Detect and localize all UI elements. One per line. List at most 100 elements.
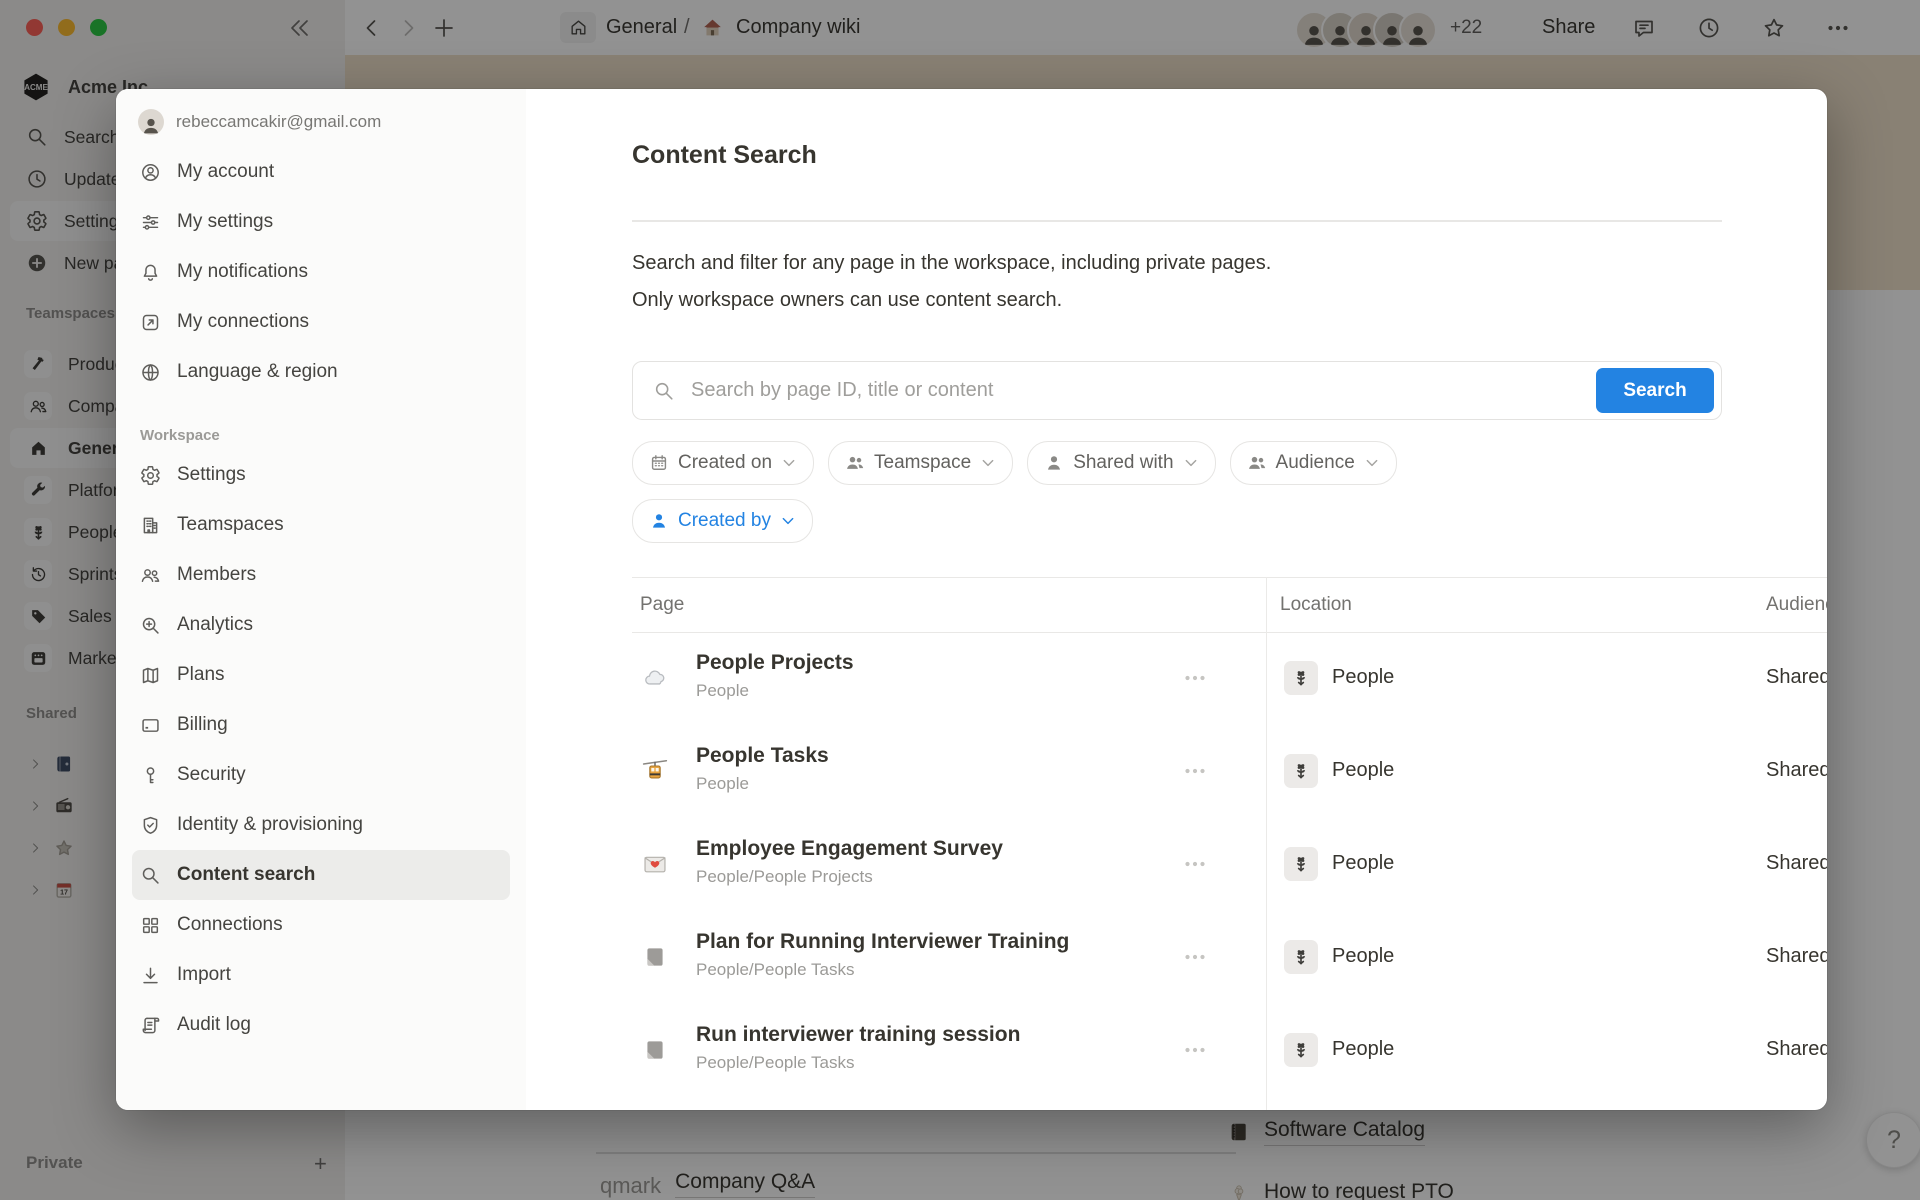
person-icon	[1044, 453, 1064, 473]
settings-modal: rebeccamcakir@gmail.com My account My se…	[116, 89, 1827, 1110]
location-value: People	[1332, 1038, 1394, 1061]
row-menu-icon[interactable]	[1180, 1038, 1210, 1062]
settings-nav-members[interactable]: Members	[132, 550, 510, 600]
active-filter-row: Created by	[632, 499, 813, 543]
calendar-icon	[649, 453, 669, 473]
table-border	[632, 577, 1827, 578]
page-title[interactable]: People Tasks	[696, 744, 829, 768]
page-path: People	[696, 774, 829, 794]
flower-icon	[1291, 761, 1311, 781]
search-input[interactable]	[689, 378, 1721, 403]
filter-shared-with[interactable]: Shared with	[1027, 441, 1215, 485]
location-value: People	[1332, 759, 1394, 782]
flower-icon	[1291, 668, 1311, 688]
audience-value: Shared	[1766, 945, 1827, 968]
app-window: General / Company wiki +22 Share ACME Ac…	[0, 0, 1920, 1200]
people-icon	[1247, 453, 1267, 473]
filter-teamspace[interactable]: Teamspace	[828, 441, 1013, 485]
settings-nav-language-region[interactable]: Language & region	[132, 347, 510, 397]
settings-nav-identity-provisioning[interactable]: Identity & provisioning	[132, 800, 510, 850]
settings-nav-security[interactable]: Security	[132, 750, 510, 800]
settings-nav-plans[interactable]: Plans	[132, 650, 510, 700]
settings-nav-panel: rebeccamcakir@gmail.com My account My se…	[116, 89, 526, 1110]
table-row[interactable]: Plan for Running Interviewer TrainingPeo…	[632, 911, 1827, 1004]
row-menu-icon[interactable]	[1180, 666, 1210, 690]
settings-nav-analytics[interactable]: Analytics	[132, 600, 510, 650]
page-description: Search and filter for any page in the wo…	[632, 245, 1542, 319]
nav-label: Language & region	[177, 361, 338, 383]
teamspace-badge	[1284, 754, 1318, 788]
settings-nav-content-search[interactable]: Content search	[132, 850, 510, 900]
description-line: Search and filter for any page in the wo…	[632, 245, 1542, 282]
page-title: Content Search	[632, 141, 817, 170]
settings-nav-teamspaces[interactable]: Teamspaces	[132, 500, 510, 550]
nav-label: Members	[177, 564, 256, 586]
audience-value: Shared	[1766, 759, 1827, 782]
settings-nav-my-settings[interactable]: My settings	[132, 197, 510, 247]
content-search-bar[interactable]: Search	[632, 361, 1722, 420]
flower-icon	[1291, 854, 1311, 874]
row-menu-icon[interactable]	[1180, 945, 1210, 969]
map-icon	[140, 665, 161, 686]
nav-label: Security	[177, 764, 246, 786]
teamspace-badge	[1284, 847, 1318, 881]
settings-nav-connections[interactable]: Connections	[132, 900, 510, 950]
download-icon	[140, 965, 161, 986]
nav-label: Import	[177, 964, 231, 986]
nav-label: Content search	[177, 864, 315, 886]
credit-card-icon	[140, 715, 161, 736]
settings-nav-import[interactable]: Import	[132, 950, 510, 1000]
person-circle-icon	[140, 162, 161, 183]
shield-check-icon	[140, 815, 161, 836]
page-title[interactable]: Employee Engagement Survey	[696, 837, 1003, 861]
filter-created-by[interactable]: Created by	[632, 499, 813, 543]
location-value: People	[1332, 666, 1394, 689]
settings-nav-settings[interactable]: Settings	[132, 450, 510, 500]
people-icon	[140, 565, 161, 586]
search-icon	[653, 380, 675, 402]
settings-nav-my-account[interactable]: My account	[132, 147, 510, 197]
page-path: People/People Tasks	[696, 1053, 1020, 1073]
page-title[interactable]: People Projects	[696, 651, 854, 675]
user-avatar	[138, 109, 164, 135]
filter-label: Shared with	[1073, 452, 1173, 474]
nav-label: Identity & provisioning	[177, 814, 363, 836]
page-title[interactable]: Run interviewer training session	[696, 1023, 1020, 1047]
filter-label: Teamspace	[874, 452, 971, 474]
column-header-page[interactable]: Page	[640, 577, 684, 632]
column-header-audience[interactable]: Audience	[1766, 577, 1827, 632]
nav-label: Teamspaces	[177, 514, 284, 536]
settings-nav-audit-log[interactable]: Audit log	[132, 1000, 510, 1050]
magnifier-plus-icon	[140, 615, 161, 636]
person-icon	[141, 115, 161, 135]
nav-label: My settings	[177, 211, 273, 233]
column-header-location[interactable]: Location	[1280, 577, 1352, 632]
account-email: rebeccamcakir@gmail.com	[176, 112, 381, 132]
filter-label: Created on	[678, 452, 772, 474]
settings-nav-billing[interactable]: Billing	[132, 700, 510, 750]
search-button[interactable]: Search	[1596, 368, 1714, 413]
row-menu-icon[interactable]	[1180, 759, 1210, 783]
flower-icon	[1291, 1040, 1311, 1060]
filter-audience[interactable]: Audience	[1230, 441, 1397, 485]
sliders-icon	[140, 212, 161, 233]
chevron-down-icon	[1183, 455, 1199, 471]
page-title[interactable]: Plan for Running Interviewer Training	[696, 930, 1069, 954]
table-row[interactable]: Employee Engagement SurveyPeople/People …	[632, 818, 1827, 911]
table-row[interactable]: People ProjectsPeople People Shared	[632, 632, 1827, 725]
content-search-panel: Content Search Search and filter for any…	[632, 89, 1827, 1110]
filter-created-on[interactable]: Created on	[632, 441, 814, 485]
key-icon	[140, 765, 161, 786]
row-menu-icon[interactable]	[1180, 852, 1210, 876]
settings-nav-my-notifications[interactable]: My notifications	[132, 247, 510, 297]
audience-value: Shared	[1766, 852, 1827, 875]
table-row[interactable]: People Tasks People People Shared	[632, 725, 1827, 818]
nav-label: Settings	[177, 464, 246, 486]
love-letter-icon	[642, 851, 668, 877]
chevron-down-icon	[780, 513, 796, 529]
cloud-icon	[642, 665, 668, 691]
teamspace-badge	[1284, 940, 1318, 974]
settings-nav-my-connections[interactable]: My connections	[132, 297, 510, 347]
scroll-icon	[140, 1015, 161, 1036]
table-row[interactable]: Run interviewer training session People/P…	[632, 1004, 1827, 1097]
